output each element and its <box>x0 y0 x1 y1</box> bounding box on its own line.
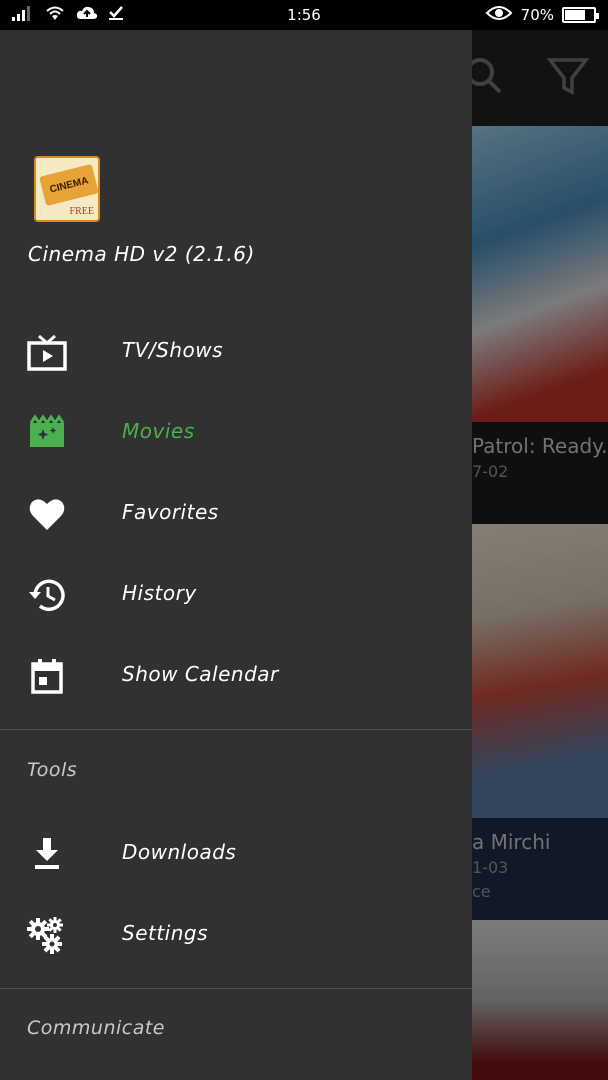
eye-icon <box>485 5 513 25</box>
battery-fill <box>565 10 585 20</box>
divider <box>0 729 472 730</box>
menu-item-label: Settings <box>122 921 209 945</box>
menu-item-show-calendar[interactable]: Show Calendar <box>0 634 472 714</box>
cloud-upload-icon <box>76 5 98 25</box>
section-heading-communicate: Communicate <box>27 1017 165 1039</box>
wifi-icon <box>44 5 66 25</box>
logo-ticket: CINEMA <box>39 163 98 207</box>
movie-clapper-icon <box>27 413 67 453</box>
download-icon <box>27 834 67 874</box>
menu-item-tv-shows[interactable]: TV/Shows <box>0 310 472 390</box>
navigation-drawer: CINEMA FREE Cinema HD v2 (2.1.6) TV/Show… <box>0 30 472 1080</box>
divider <box>0 988 472 989</box>
menu-item-label: Downloads <box>122 840 237 864</box>
menu-item-label: Show Calendar <box>122 662 279 686</box>
tv-icon <box>27 332 67 372</box>
battery-percent: 70% <box>520 6 554 24</box>
status-bar: 1:56 70% <box>0 0 608 30</box>
menu-item-favorites[interactable]: Favorites <box>0 472 472 552</box>
app-logo: CINEMA FREE <box>34 156 100 222</box>
menu-item-downloads[interactable]: Downloads <box>0 812 472 892</box>
section-heading-tools: Tools <box>27 759 78 781</box>
menu-item-history[interactable]: History <box>0 553 472 633</box>
signal-icon <box>12 5 34 25</box>
logo-free-label: FREE <box>69 206 94 217</box>
menu-item-settings[interactable]: Settings <box>0 893 472 973</box>
app-title: Cinema HD v2 (2.1.6) <box>28 242 255 266</box>
menu-item-label: Favorites <box>122 500 219 524</box>
menu-item-label: TV/Shows <box>122 338 224 362</box>
menu-item-label: History <box>122 581 197 605</box>
battery-icon <box>562 7 599 23</box>
settings-gears-icon <box>27 915 67 955</box>
history-icon <box>27 575 67 615</box>
menu-item-movies[interactable]: Movies <box>0 391 472 471</box>
download-done-icon <box>108 5 124 25</box>
calendar-icon <box>27 656 67 696</box>
heart-icon <box>27 494 67 534</box>
menu-item-label: Movies <box>122 419 195 443</box>
